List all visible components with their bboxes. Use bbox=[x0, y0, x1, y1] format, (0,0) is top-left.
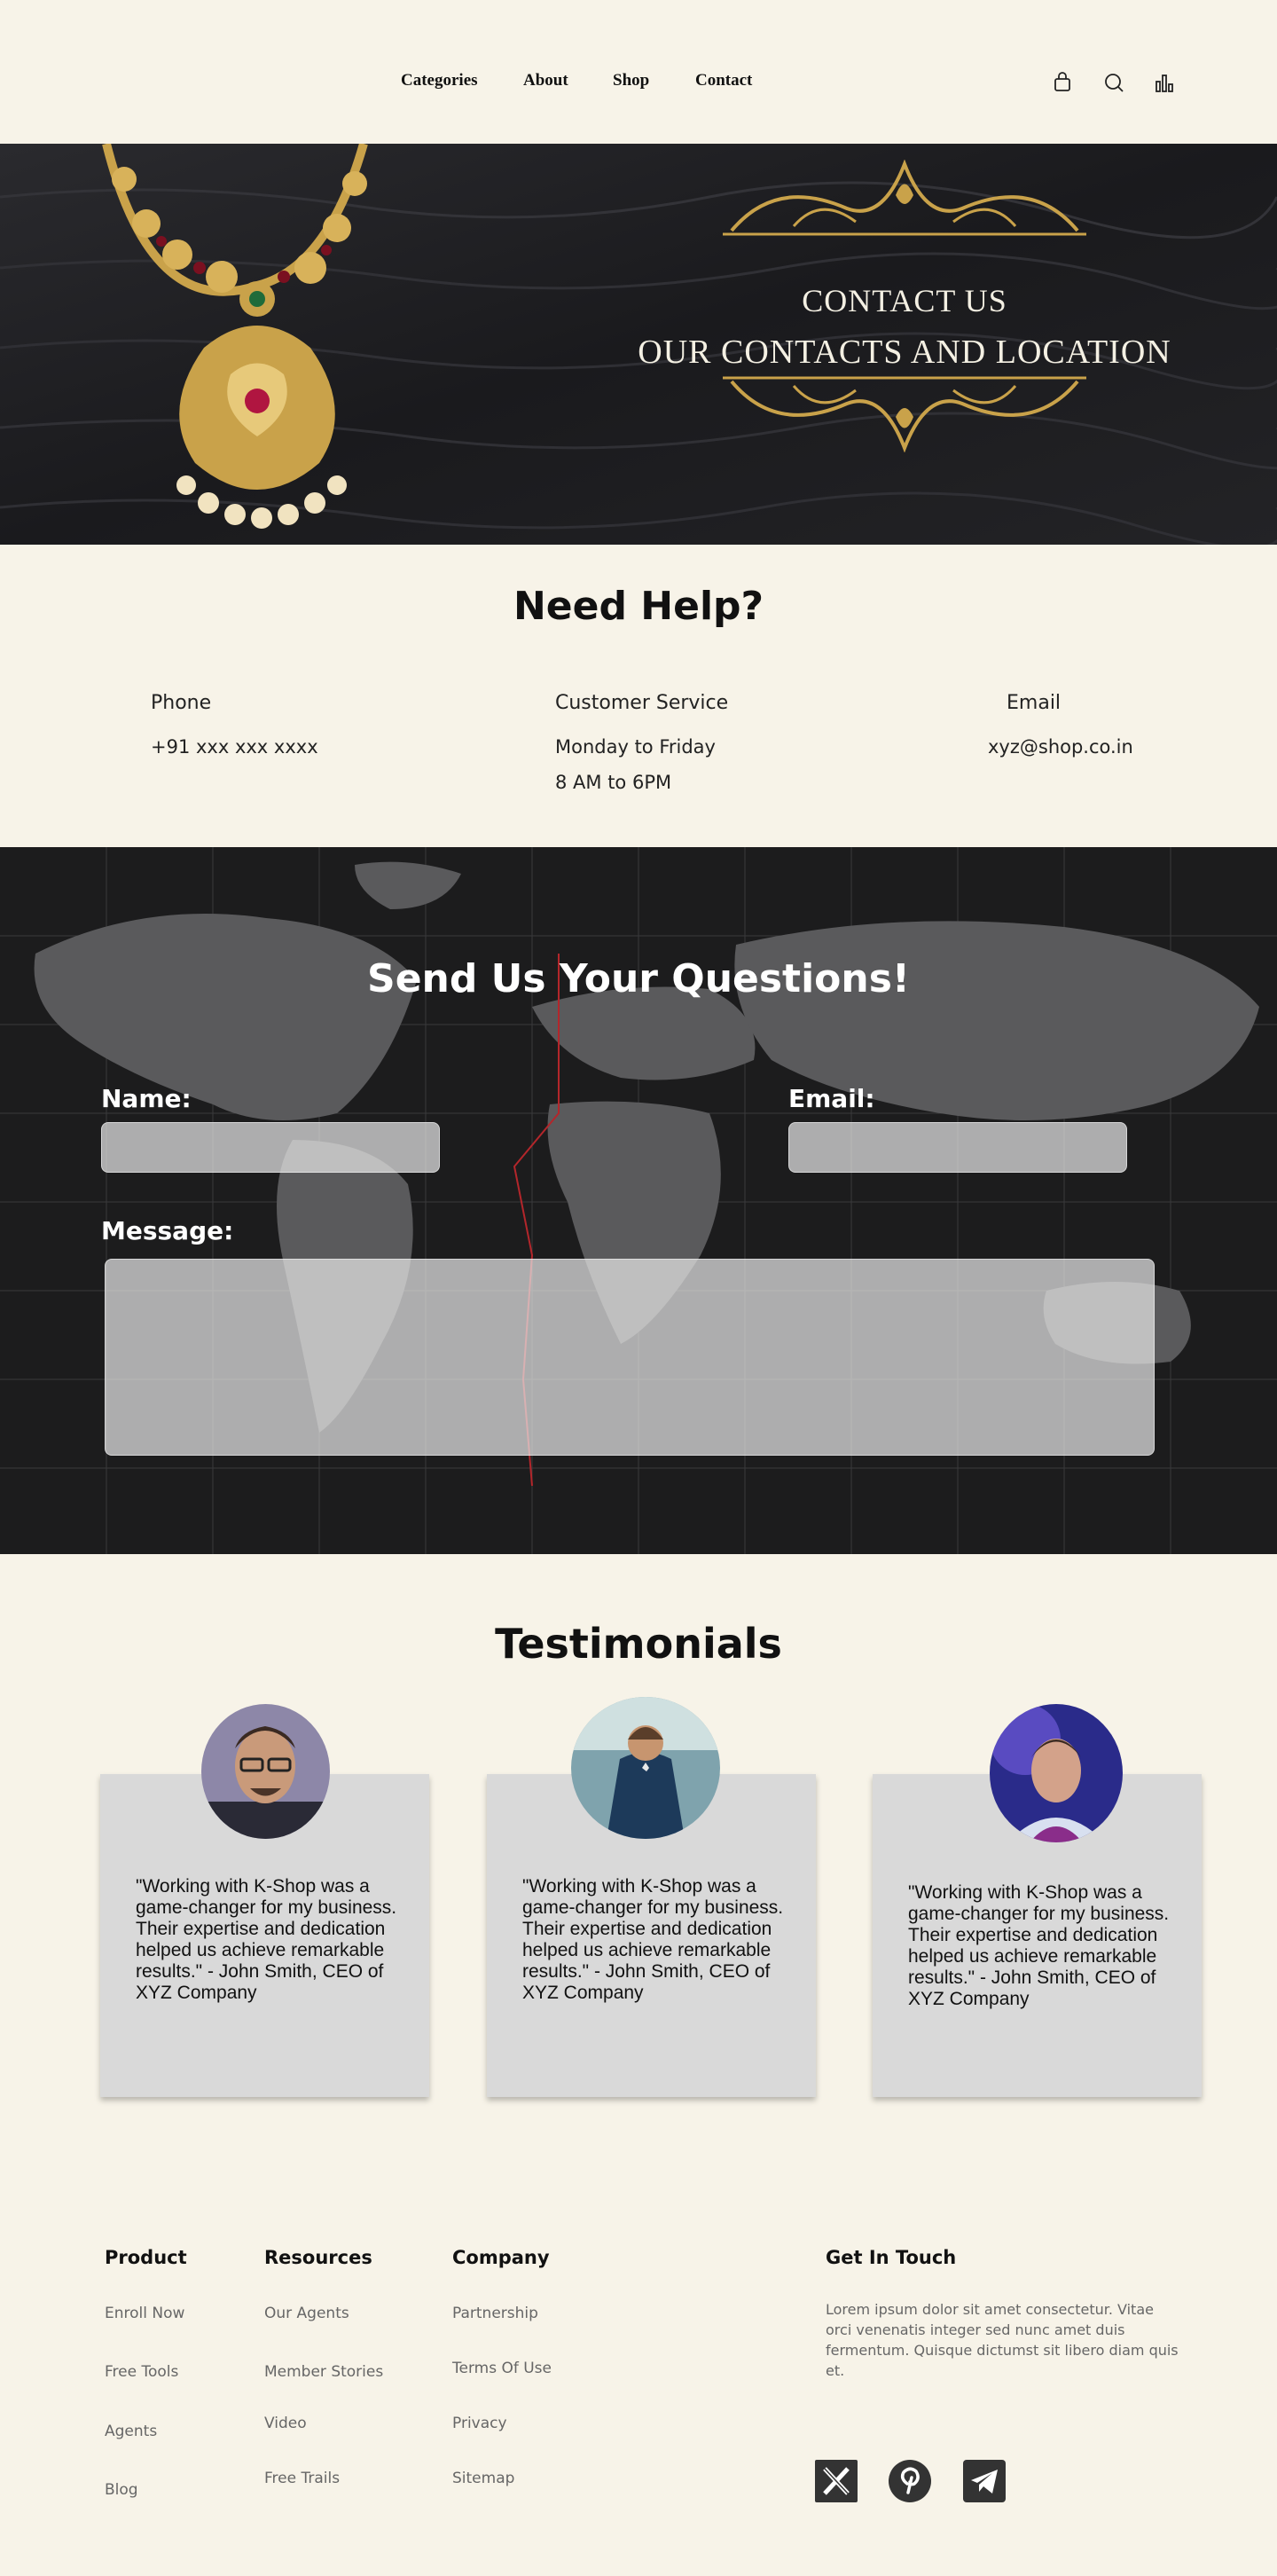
footer-contact-description: Lorem ipsum dolor sit amet consectetur. … bbox=[826, 2301, 1179, 2379]
footer-link-enroll-now[interactable]: Enroll Now bbox=[105, 2305, 184, 2322]
message-label: Message: bbox=[101, 1216, 234, 1245]
service-days: Monday to Friday bbox=[555, 736, 716, 758]
chart-icon[interactable] bbox=[1153, 71, 1176, 94]
necklace-image bbox=[102, 144, 368, 529]
questions-section: Send Us Your Questions! Name: Email: Mes… bbox=[0, 847, 1277, 1554]
footer-link-agents[interactable]: Agents bbox=[105, 2423, 157, 2440]
footer-link-terms-of-use[interactable]: Terms Of Use bbox=[452, 2360, 552, 2377]
telegram-icon[interactable] bbox=[962, 2459, 1007, 2503]
hero-title-line2: OUR CONTACTS AND LOCATION bbox=[638, 334, 1171, 371]
email-input[interactable] bbox=[788, 1122, 1127, 1173]
email-form-label: Email: bbox=[788, 1084, 875, 1113]
nav-categories[interactable]: Categories bbox=[401, 71, 478, 90]
footer-link-blog[interactable]: Blog bbox=[105, 2481, 138, 2499]
search-icon[interactable] bbox=[1102, 71, 1125, 94]
pinterest-icon[interactable] bbox=[888, 2459, 932, 2503]
avatar bbox=[990, 1704, 1123, 1842]
footer-link-free-tools[interactable]: Free Tools bbox=[105, 2363, 178, 2381]
footer-product-heading: Product bbox=[105, 2247, 187, 2268]
testimonial-quote: "Working with K-Shop was a game-changer … bbox=[522, 1876, 784, 2003]
avatar bbox=[201, 1704, 330, 1839]
ornament-top bbox=[723, 160, 1086, 236]
footer-link-free-trails[interactable]: Free Trails bbox=[264, 2470, 340, 2487]
phone-label: Phone bbox=[151, 692, 212, 714]
footer-link-our-agents[interactable]: Our Agents bbox=[264, 2305, 349, 2322]
footer-link-partnership[interactable]: Partnership bbox=[452, 2305, 538, 2322]
testimonial-quote: "Working with K-Shop was a game-changer … bbox=[136, 1876, 397, 2003]
nav-shop[interactable]: Shop bbox=[613, 71, 649, 90]
footer-company-heading: Company bbox=[452, 2247, 550, 2268]
testimonial-quote: "Working with K-Shop was a game-changer … bbox=[908, 1882, 1170, 2009]
ornament-bottom bbox=[723, 376, 1086, 452]
footer-link-sitemap[interactable]: Sitemap bbox=[452, 2470, 514, 2487]
testimonials-title: Testimonials bbox=[495, 1620, 782, 1668]
avatar bbox=[571, 1697, 720, 1839]
x-icon[interactable] bbox=[814, 2459, 858, 2503]
footer-link-member-stories[interactable]: Member Stories bbox=[264, 2363, 383, 2381]
hero-banner: CONTACT US OUR CONTACTS AND LOCATION bbox=[0, 144, 1277, 545]
footer-link-privacy[interactable]: Privacy bbox=[452, 2415, 507, 2432]
hero-title-line1: CONTACT US bbox=[802, 283, 1007, 318]
footer-contact-heading: Get In Touch bbox=[826, 2247, 957, 2268]
bag-icon[interactable] bbox=[1051, 71, 1074, 94]
nav-contact[interactable]: Contact bbox=[695, 71, 752, 90]
questions-title: Send Us Your Questions! bbox=[367, 956, 910, 1001]
footer-resources-heading: Resources bbox=[264, 2247, 372, 2268]
email-value[interactable]: xyz@shop.co.in bbox=[988, 736, 1133, 758]
site-header: Categories About Shop Contact bbox=[0, 0, 1277, 144]
help-title: Need Help? bbox=[513, 584, 764, 629]
footer-link-video[interactable]: Video bbox=[264, 2415, 307, 2432]
message-textarea[interactable] bbox=[105, 1259, 1155, 1456]
name-label: Name: bbox=[101, 1084, 192, 1113]
main-nav: Categories About Shop Contact bbox=[0, 71, 1277, 96]
customer-service-label: Customer Service bbox=[555, 692, 729, 714]
service-hours: 8 AM to 6PM bbox=[555, 772, 672, 793]
phone-value[interactable]: +91 xxx xxx xxxx bbox=[151, 736, 318, 758]
name-input[interactable] bbox=[101, 1122, 440, 1173]
email-label: Email bbox=[1007, 692, 1062, 714]
nav-about[interactable]: About bbox=[523, 71, 568, 90]
